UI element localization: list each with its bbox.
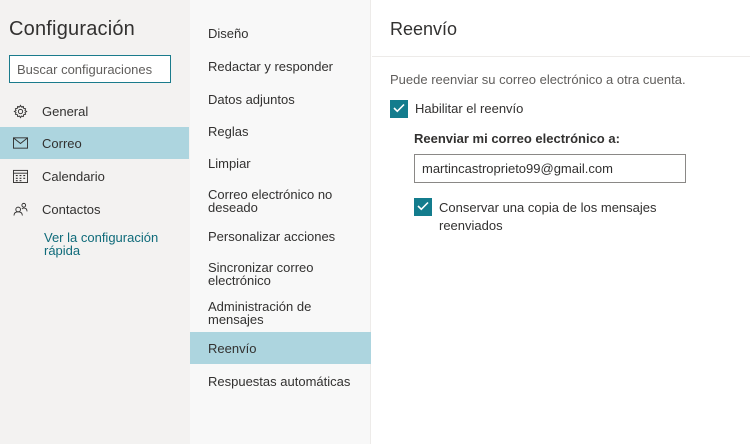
forward-to-label: Reenviar mi correo electrónico a:	[414, 131, 620, 146]
category-layout[interactable]: Diseño	[190, 26, 371, 41]
gear-icon	[12, 103, 28, 119]
enable-forwarding-checkbox[interactable]	[390, 100, 408, 118]
category-sweep[interactable]: Limpiar	[190, 156, 371, 171]
calendar-icon	[12, 168, 28, 184]
category-sync-email[interactable]: Sincronizar correo electrónico	[190, 260, 371, 288]
mail-settings-categories: Diseño Redactar y responder Datos adjunt…	[190, 0, 371, 444]
keep-copy-checkbox[interactable]	[414, 198, 432, 216]
checkmark-icon	[417, 198, 429, 216]
nav-item-label: Calendario	[42, 168, 105, 184]
category-junk-email[interactable]: Correo electrónico no deseado	[190, 187, 371, 215]
settings-nav-pane: Configuración General Correo Cal	[0, 0, 190, 444]
checkmark-icon	[393, 100, 405, 118]
category-forwarding[interactable]: Reenvío	[190, 332, 371, 364]
forwarding-description: Puede reenviar su correo electrónico a o…	[390, 72, 686, 87]
pane-header: Reenvío	[372, 0, 750, 57]
nav-item-contacts[interactable]: Contactos	[0, 193, 189, 225]
category-automatic-replies[interactable]: Respuestas automáticas	[190, 374, 371, 389]
category-attachments[interactable]: Datos adjuntos	[190, 92, 371, 107]
people-icon	[12, 201, 28, 217]
nav-item-label: General	[42, 103, 89, 119]
settings-title: Configuración	[9, 18, 136, 40]
quick-settings-link[interactable]: Ver la configuración rápida	[44, 231, 174, 257]
nav-item-label: Correo	[42, 135, 82, 151]
nav-item-label: Contactos	[42, 201, 101, 217]
nav-item-calendar[interactable]: Calendario	[0, 160, 189, 192]
category-message-handling[interactable]: Administración de mensajes	[190, 299, 371, 327]
nav-item-mail[interactable]: Correo	[0, 127, 189, 159]
category-customize-actions[interactable]: Personalizar acciones	[190, 229, 371, 244]
search-settings-input[interactable]	[9, 55, 171, 83]
keep-copy-label: Conservar una copia de los mensajes reen…	[439, 200, 657, 233]
enable-forwarding-label: Habilitar el reenvío	[415, 101, 524, 116]
pane-title: Reenvío	[390, 19, 458, 39]
category-compose-reply[interactable]: Redactar y responder	[190, 59, 371, 74]
nav-item-general[interactable]: General	[0, 95, 189, 127]
category-rules[interactable]: Reglas	[190, 124, 371, 139]
forward-to-email-input[interactable]	[414, 154, 686, 183]
forwarding-settings-pane: Reenvío Puede reenviar su correo electró…	[372, 0, 750, 444]
mail-icon	[12, 135, 28, 151]
